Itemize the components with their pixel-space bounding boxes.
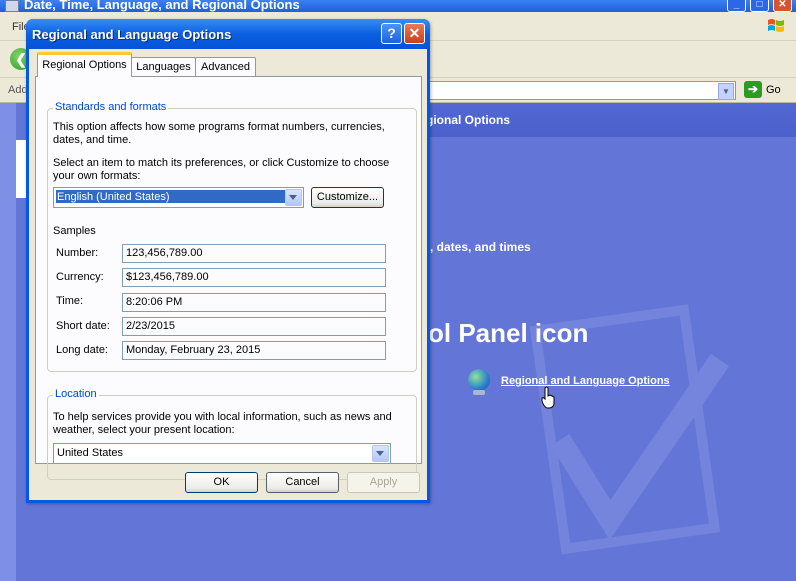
- content-header-text: gional Options: [426, 113, 510, 127]
- format-select[interactable]: English (United States): [53, 187, 304, 208]
- content-header: gional Options: [420, 103, 796, 137]
- minimize-button[interactable]: _: [727, 0, 746, 12]
- panel-heading: ol Panel icon: [428, 318, 589, 348]
- dialog-body: Regional Options Languages Advanced Stan…: [29, 49, 427, 500]
- sample-currency-field: $123,456,789.00: [122, 268, 386, 287]
- location-select-value: United States: [57, 447, 124, 459]
- dialog-close-button[interactable]: ✕: [404, 23, 425, 44]
- apply-button[interactable]: Apply: [347, 472, 420, 493]
- location-dropdown-icon[interactable]: [372, 445, 389, 462]
- standards-groupbox: Standards and formats This option affect…: [47, 101, 417, 372]
- ok-button[interactable]: OK: [185, 472, 258, 493]
- help-button[interactable]: ?: [381, 23, 402, 44]
- location-description: To help services provide you with local …: [53, 411, 392, 436]
- task-pane-panel: [16, 140, 26, 198]
- location-select[interactable]: United States: [53, 443, 391, 464]
- sample-time-value: 8:20:06 PM: [126, 296, 183, 308]
- sample-time-field: 8:20:06 PM: [122, 293, 386, 312]
- sample-number-value: 123,456,789.00: [126, 247, 203, 259]
- go-arrow-icon[interactable]: ➔: [744, 81, 762, 98]
- sample-number-field: 123,456,789.00: [122, 244, 386, 263]
- standards-description: This option affects how some programs fo…: [53, 121, 385, 146]
- sample-short-date-field: 2/23/2015: [122, 317, 386, 336]
- windows-logo-icon: [768, 19, 784, 32]
- samples-label: Samples: [53, 225, 96, 237]
- background-window-title: Date, Time, Language, and Regional Optio…: [24, 0, 300, 12]
- location-legend: Location: [53, 388, 99, 400]
- go-label[interactable]: Go: [766, 84, 781, 96]
- globe-stand: [473, 390, 485, 395]
- address-dropdown-icon[interactable]: ▼: [718, 83, 734, 100]
- format-select-value: English (United States): [57, 191, 170, 203]
- category-text: , dates, and times: [430, 240, 531, 254]
- format-dropdown-icon[interactable]: [285, 189, 302, 206]
- sample-long-date-label: Long date:: [56, 344, 108, 356]
- address-field[interactable]: ▼: [426, 81, 736, 100]
- maximize-button[interactable]: □: [750, 0, 769, 12]
- hand-cursor-icon: [541, 386, 555, 409]
- globe-icon[interactable]: [468, 369, 490, 391]
- sample-long-date-value: Monday, February 23, 2015: [126, 344, 261, 356]
- tab-page: Standards and formats This option affect…: [35, 76, 422, 480]
- background-title-bar: Date, Time, Language, and Regional Optio…: [0, 0, 796, 12]
- cancel-button[interactable]: Cancel: [266, 472, 339, 493]
- sample-number-label: Number:: [56, 247, 99, 259]
- sample-currency-value: $123,456,789.00: [126, 271, 209, 283]
- standards-legend: Standards and formats: [53, 101, 169, 113]
- sample-time-label: Time:: [56, 295, 84, 307]
- regional-options-dialog: Regional and Language Options ? ✕ Region…: [26, 19, 430, 503]
- dialog-title-bar[interactable]: Regional and Language Options ? ✕: [26, 19, 430, 49]
- task-pane: [0, 103, 16, 581]
- regional-options-link[interactable]: Regional and Language Options: [501, 375, 670, 387]
- select-prompt: Select an item to match its preferences,…: [53, 157, 390, 182]
- sample-short-date-label: Short date:: [56, 320, 110, 332]
- sample-currency-label: Currency:: [56, 271, 104, 283]
- tab-regional-options[interactable]: Regional Options: [37, 52, 132, 77]
- window-close-button[interactable]: ✕: [773, 0, 792, 12]
- dialog-title: Regional and Language Options: [32, 27, 232, 42]
- app-icon: [5, 0, 19, 12]
- location-groupbox: Location To help services provide you wi…: [47, 388, 417, 480]
- tab-languages[interactable]: Languages: [131, 57, 196, 77]
- customize-button[interactable]: Customize...: [311, 187, 384, 208]
- sample-long-date-field: Monday, February 23, 2015: [122, 341, 386, 360]
- sample-short-date-value: 2/23/2015: [126, 320, 175, 332]
- tab-advanced[interactable]: Advanced: [195, 57, 256, 77]
